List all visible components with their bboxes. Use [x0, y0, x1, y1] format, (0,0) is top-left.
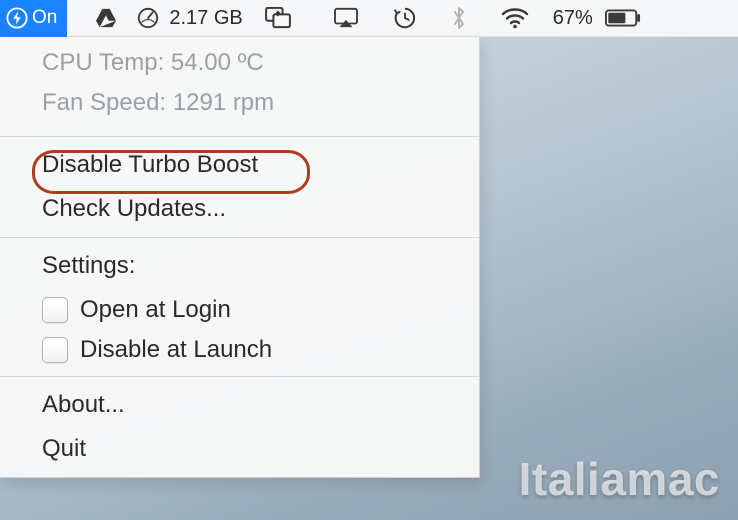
disable-turbo-boost-item[interactable]: Disable Turbo Boost	[0, 143, 479, 187]
open-at-login-row[interactable]: Open at Login	[0, 290, 479, 330]
menu-separator	[0, 136, 479, 137]
drive-usage-text[interactable]: 2.17 GB	[169, 7, 254, 30]
about-item[interactable]: About...	[0, 383, 479, 427]
airplay-icon[interactable]	[323, 0, 369, 37]
open-at-login-checkbox[interactable]	[42, 297, 68, 323]
fan-speed-readout: Fan Speed: 1291 rpm	[0, 83, 479, 123]
quit-item[interactable]: Quit	[0, 427, 479, 471]
turbo-boost-status[interactable]: On	[0, 0, 67, 37]
lightning-icon	[6, 7, 28, 29]
watermark-text: Italiamac	[519, 452, 720, 506]
cpu-temp-readout: CPU Temp: 54.00 ºC	[0, 43, 479, 83]
time-machine-icon[interactable]	[383, 0, 427, 37]
disable-at-launch-label: Disable at Launch	[80, 336, 272, 364]
battery-percent-text[interactable]: 67%	[553, 7, 605, 30]
bluetooth-icon[interactable]	[441, 0, 477, 37]
screen-share-icon[interactable]	[255, 0, 301, 37]
settings-heading: Settings:	[0, 244, 479, 290]
disable-at-launch-row[interactable]: Disable at Launch	[0, 330, 479, 370]
turbo-state-label: On	[32, 7, 57, 29]
wifi-icon[interactable]	[491, 0, 539, 37]
open-at-login-label: Open at Login	[80, 296, 231, 324]
check-updates-item[interactable]: Check Updates...	[0, 187, 479, 231]
turbo-boost-dropdown: CPU Temp: 54.00 ºC Fan Speed: 1291 rpm D…	[0, 37, 480, 478]
battery-icon[interactable]	[605, 0, 651, 37]
disable-at-launch-checkbox[interactable]	[42, 337, 68, 363]
menu-separator	[0, 237, 479, 238]
macos-menubar: On 2.17 GB 67%	[0, 0, 738, 37]
google-drive-icon[interactable]	[85, 0, 127, 37]
dashboard-gauge-icon[interactable]	[127, 0, 169, 37]
menu-separator	[0, 376, 479, 377]
